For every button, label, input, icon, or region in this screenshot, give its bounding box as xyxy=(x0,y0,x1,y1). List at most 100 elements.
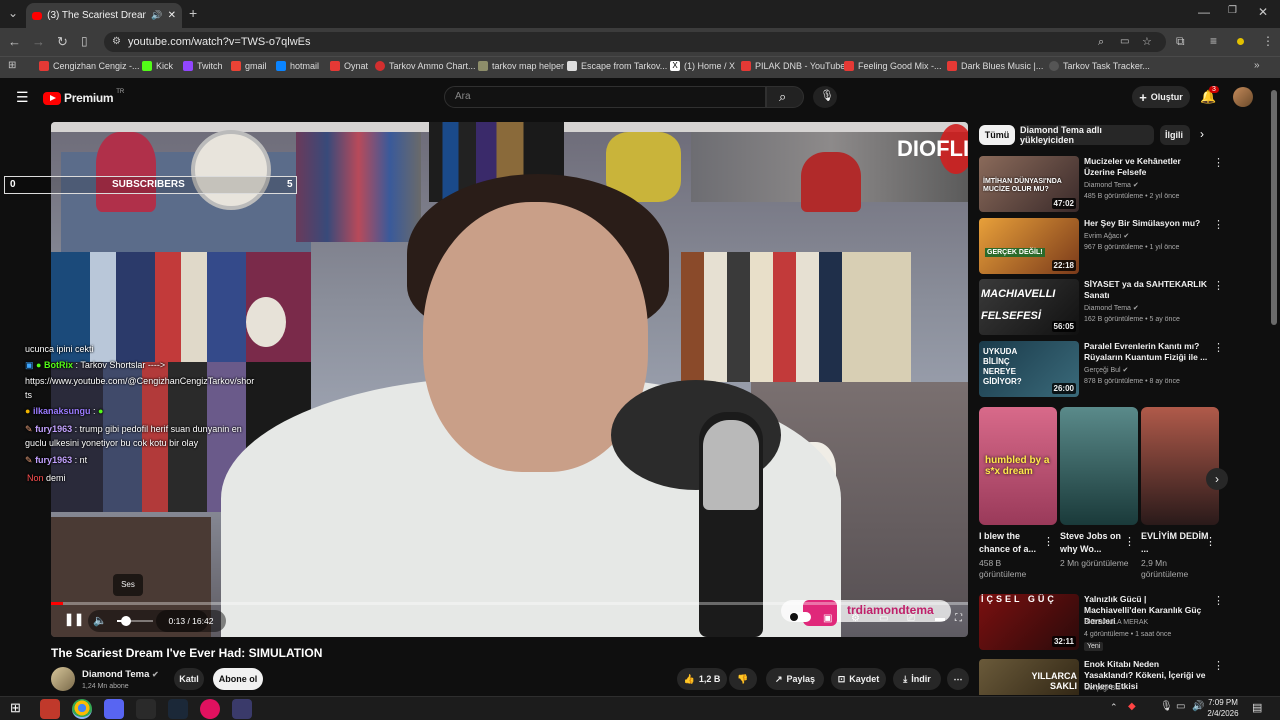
short-thumbnail[interactable]: humbled by a s*x dream xyxy=(979,407,1057,525)
video-thumbnail[interactable]: UYKUDA BİLİNÇ NEREYE GİDİYOR? 26:00 xyxy=(979,341,1079,397)
discord-icon[interactable] xyxy=(104,699,124,719)
bookmark-item[interactable]: Feeling Good Mix -... xyxy=(844,61,942,71)
voice-search-button[interactable]: 🎙 xyxy=(813,86,837,108)
address-bar[interactable]: ⚙ youtube.com/watch?v=TWS-o7qlwEs ⌕ ▭ ☆ xyxy=(104,32,1166,52)
reload-icon[interactable]: ↻ xyxy=(57,34,68,50)
tray-mic-icon[interactable]: 🎙 xyxy=(1160,701,1173,712)
recommendation-channel[interactable]: BİR DAMLA MERAK xyxy=(1084,619,1148,626)
subscribe-button[interactable]: Abone ol xyxy=(213,668,263,690)
new-tab-icon[interactable]: + xyxy=(189,5,197,21)
short-menu-icon[interactable]: ⋮ xyxy=(1205,535,1216,548)
like-button[interactable]: 👍 1,2 B xyxy=(677,668,727,690)
browser-menu-icon[interactable]: ⋮ xyxy=(1262,34,1274,48)
zoom-icon[interactable]: ⌕ xyxy=(1098,32,1104,52)
site-info-icon[interactable]: ⚙ xyxy=(112,32,121,52)
chip-related[interactable]: İlgili xyxy=(1160,125,1190,145)
bookmark-item[interactable]: Dark Blues Music |... xyxy=(947,61,1043,71)
speaker-icon[interactable]: 🔊 xyxy=(1192,701,1204,712)
dislike-button[interactable]: 👎 xyxy=(729,668,757,690)
recommendation-channel[interactable]: Diamond Tema ✔ xyxy=(1084,181,1139,189)
channel-avatar[interactable] xyxy=(51,667,75,691)
search-button[interactable]: ⌕ xyxy=(766,86,804,108)
bookmark-item[interactable]: tarkov map helper xyxy=(478,61,564,71)
recommendation-title[interactable]: Her Şey Bir Simülasyon mu? xyxy=(1084,218,1209,229)
download-button[interactable]: ⤓ İndir xyxy=(893,668,941,690)
short-title[interactable]: EVLİYİM DEDİM ... xyxy=(1141,530,1211,556)
recommendation-menu-icon[interactable]: ⋮ xyxy=(1213,279,1224,292)
autoplay-toggle[interactable] xyxy=(789,612,811,622)
recommendation-menu-icon[interactable]: ⋮ xyxy=(1213,218,1224,231)
video-thumbnail[interactable]: İÇSEL GÜÇ 32:11 xyxy=(979,594,1079,650)
sidepanel-icon[interactable]: ▯ xyxy=(81,34,88,48)
recommendation-title[interactable]: SİYASET ya da SAHTEKARLIK Sanatı xyxy=(1084,279,1209,301)
tray-app-icon[interactable]: ◆ xyxy=(1128,701,1136,712)
more-actions-button[interactable]: ⋯ xyxy=(947,668,969,690)
avatar[interactable] xyxy=(1233,87,1253,107)
reading-list-icon[interactable]: ≡ xyxy=(1210,34,1217,48)
join-button[interactable]: Katıl xyxy=(174,668,204,690)
recommendation-item[interactable]: UYKUDA BİLİNÇ NEREYE GİDİYOR? 26:00 Para… xyxy=(979,341,1259,397)
bookmark-item[interactable]: X (1) Home / X xyxy=(670,61,735,71)
recommendation-item[interactable]: MACHIAVELLI FELSEFESİ 56:05 SİYASET ya d… xyxy=(979,279,1259,335)
recommendation-item[interactable]: İÇSEL GÜÇ 32:11 Yalnızlık Gücü | Machiav… xyxy=(979,594,1259,651)
bookmark-item[interactable]: Twitch xyxy=(183,61,223,71)
recommendation-channel[interactable]: Diamond Tema ✔ xyxy=(1084,304,1139,312)
video-thumbnail[interactable]: İMTİHAN DÜNYASI'NDA MUCİZE OLUR MU? 47:0… xyxy=(979,156,1079,212)
fullscreen-icon[interactable]: ⛶ xyxy=(955,613,962,624)
forward-icon[interactable]: → xyxy=(32,34,45,49)
recommendation-channel[interactable]: Evrim Ağacı ✔ xyxy=(1084,232,1129,240)
bookmark-item[interactable]: Kick xyxy=(142,61,173,71)
volume-slider-thumb[interactable] xyxy=(121,616,131,626)
shorts-next-button[interactable]: › xyxy=(1206,468,1228,490)
bookmark-star-icon[interactable]: ☆ xyxy=(1142,32,1152,52)
bookmark-item[interactable]: hotmail xyxy=(276,61,319,71)
recommendation-title[interactable]: Mucizeler ve Kehânetler Üzerine Felsefe xyxy=(1084,156,1209,178)
bookmark-item[interactable]: Oynat xyxy=(330,61,368,71)
tab-list-icon[interactable]: ⌄ xyxy=(8,6,18,20)
recommendation-menu-icon[interactable]: ⋮ xyxy=(1213,341,1224,354)
recommendation-channel[interactable]: Gerçeği Bul ✔ xyxy=(1084,684,1128,692)
recommendation-item[interactable]: GERÇEK DEĞİL! 22:18 Her Şey Bir Simülasy… xyxy=(979,218,1259,274)
taskbar-app-icon[interactable] xyxy=(232,699,252,719)
bookmark-item[interactable]: gmail xyxy=(231,61,267,71)
pause-button[interactable]: ❚❚ xyxy=(64,612,84,626)
tab-audio-icon[interactable]: 🔊 xyxy=(151,10,162,21)
profile-dot-icon[interactable] xyxy=(1237,38,1244,45)
short-thumbnail[interactable] xyxy=(1060,407,1138,525)
chrome-icon[interactable] xyxy=(72,699,92,719)
notification-center-icon[interactable]: ▤ xyxy=(1252,701,1262,714)
video-thumbnail[interactable]: GERÇEK DEĞİL! 22:18 xyxy=(979,218,1079,274)
clock[interactable]: 7:09 PM 2/4/2026 xyxy=(1205,697,1241,719)
channel-name[interactable]: Diamond Tema ✔ xyxy=(82,669,159,680)
short-thumbnail[interactable] xyxy=(1141,407,1219,525)
short-title[interactable]: I blew the chance of a... xyxy=(979,530,1049,556)
chip-all[interactable]: Tümü xyxy=(979,125,1015,145)
recommendation-menu-icon[interactable]: ⋮ xyxy=(1213,156,1224,169)
chips-next-icon[interactable]: › xyxy=(1200,127,1204,141)
video-thumbnail[interactable]: YILLARCA SAKLI xyxy=(979,659,1079,695)
cast-icon[interactable]: ▭ xyxy=(1120,32,1129,52)
recommendation-menu-icon[interactable]: ⋮ xyxy=(1213,659,1224,672)
more-bookmarks-icon[interactable]: » xyxy=(1254,60,1260,71)
notifications-button[interactable]: 🔔 3 xyxy=(1200,86,1219,106)
recommendation-menu-icon[interactable]: ⋮ xyxy=(1213,594,1224,607)
bookmark-item[interactable]: Tarkov Ammo Chart... xyxy=(375,61,476,71)
taskbar-app-icon[interactable] xyxy=(136,699,156,719)
miniplayer-icon[interactable]: ▭ xyxy=(879,613,888,624)
short-title[interactable]: Steve Jobs on why Wo... xyxy=(1060,530,1130,556)
short-menu-icon[interactable]: ⋮ xyxy=(1124,535,1135,548)
windows-start-icon[interactable]: ⊞ xyxy=(10,700,21,716)
network-icon[interactable]: ▭ xyxy=(1176,701,1185,712)
chip-from-uploader[interactable]: Diamond Tema adlı yükleyiciden xyxy=(1020,125,1154,145)
browser-tab-active[interactable]: (3) The Scariest Dream I've 🔊 ✕ xyxy=(26,3,182,28)
short-menu-icon[interactable]: ⋮ xyxy=(1043,535,1054,548)
save-button[interactable]: ⊡ Kaydet xyxy=(831,668,886,690)
create-button[interactable]: + Oluştur xyxy=(1132,86,1190,108)
page-scrollbar[interactable] xyxy=(1271,90,1277,325)
video-thumbnail[interactable]: MACHIAVELLI FELSEFESİ 56:05 xyxy=(979,279,1079,335)
bookmark-item[interactable]: Tarkov Task Tracker... xyxy=(1049,61,1150,71)
minimize-icon[interactable]: — xyxy=(1198,5,1210,19)
tab-close-icon[interactable]: ✕ xyxy=(168,10,176,21)
taskbar-app-icon[interactable] xyxy=(200,699,220,719)
steam-icon[interactable] xyxy=(168,699,188,719)
